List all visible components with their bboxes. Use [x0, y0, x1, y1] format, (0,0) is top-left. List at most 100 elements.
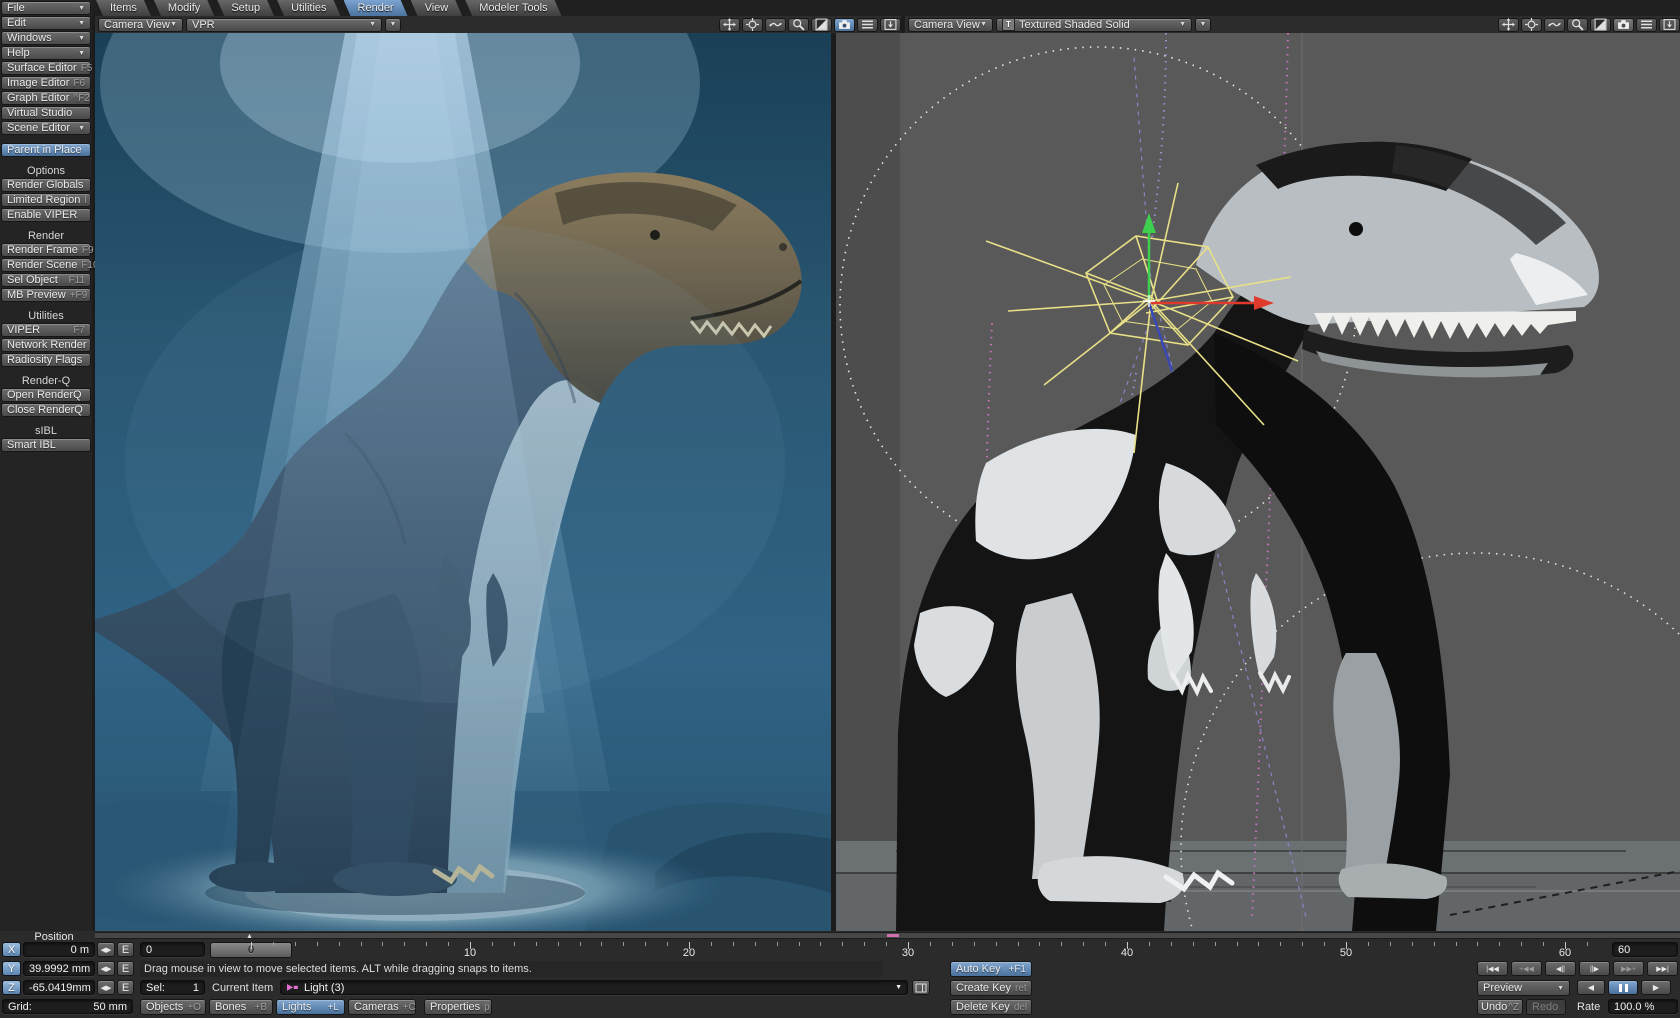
x-position-field[interactable]: 0 m — [23, 942, 95, 957]
radiosity-flags-button[interactable]: Radiosity Flags — [1, 353, 91, 367]
ruler-tick — [974, 942, 975, 946]
z-stepper[interactable]: ◀▶ — [97, 980, 115, 995]
render-globals-button[interactable]: Render Globals — [1, 178, 91, 192]
next-key-button[interactable]: ▶▶+ — [1613, 961, 1644, 976]
preview-dropdown[interactable]: Preview▼ — [1477, 980, 1570, 996]
tab-view[interactable]: View — [411, 0, 463, 16]
zoom-view-icon[interactable] — [1567, 18, 1588, 32]
y-position-field[interactable]: 39.9992 mm — [23, 961, 95, 976]
tab-utilities[interactable]: Utilities — [277, 0, 340, 16]
x-envelope-button[interactable]: E — [117, 942, 134, 957]
lights-mode-button[interactable]: Lights+L — [276, 999, 345, 1015]
ruler-tick — [1237, 942, 1238, 946]
open-renderq-button[interactable]: Open RenderQ — [1, 388, 91, 402]
tab-items[interactable]: Items — [96, 0, 151, 16]
go-to-start-button[interactable]: |◀◀ — [1477, 961, 1508, 976]
parent-in-place-button[interactable]: Parent in Place — [1, 143, 91, 157]
menu-windows[interactable]: Windows▼ — [1, 31, 91, 45]
play-forward-button[interactable]: ▶ — [1641, 980, 1671, 995]
view-type-label: Camera View — [104, 19, 170, 31]
viewport-menu-icon[interactable] — [1636, 18, 1657, 32]
image-editor-button[interactable]: Image EditorF6 — [1, 76, 91, 90]
ruler-tick — [1499, 942, 1500, 946]
scene-editor-button[interactable]: Scene Editor▼ — [1, 121, 91, 135]
network-render-button[interactable]: Network Render — [1, 338, 91, 352]
x-axis-chip[interactable]: X — [2, 942, 21, 957]
go-to-end-button[interactable]: ▶▶| — [1647, 961, 1678, 976]
y-axis-chip[interactable]: Y — [2, 961, 21, 976]
menu-edit[interactable]: Edit▼ — [1, 16, 91, 30]
menu-help[interactable]: Help▼ — [1, 46, 91, 60]
cameras-mode-button[interactable]: Cameras+C — [348, 999, 416, 1015]
bones-mode-button[interactable]: Bones+B — [209, 999, 273, 1015]
move-view-icon[interactable] — [719, 18, 740, 32]
current-frame-field[interactable]: 0 — [140, 942, 205, 957]
button-label: MB Preview — [7, 289, 66, 301]
left-render-mode-dropdown[interactable]: VPR▼ — [186, 18, 382, 32]
move-view-icon[interactable] — [1498, 18, 1519, 32]
limited-region-button[interactable]: Limited Regionl — [1, 193, 91, 207]
step-forward-button[interactable]: ||▶ — [1579, 961, 1610, 976]
tab-modeler-tools[interactable]: Modeler Tools — [465, 0, 561, 16]
close-renderq-button[interactable]: Close RenderQ — [1, 403, 91, 417]
left-viewport-menu-dropdown[interactable]: ▼ — [385, 18, 401, 32]
auto-key-button[interactable]: Auto Key+F1 — [950, 961, 1032, 977]
redo-button[interactable]: Redo — [1526, 999, 1566, 1015]
previous-key-button[interactable]: +◀◀ — [1511, 961, 1542, 976]
left-view-type-dropdown[interactable]: Camera View▼ — [98, 18, 183, 32]
right-viewport-menu-dropdown[interactable]: ▼ — [1195, 18, 1211, 32]
camera-icon[interactable] — [1613, 18, 1634, 32]
left-viewport-canvas[interactable] — [95, 33, 831, 931]
virtual-studio-button[interactable]: Virtual Studio — [1, 106, 91, 120]
render-frame-button[interactable]: Render FrameF9 — [1, 243, 91, 257]
item-properties-icon-button[interactable] — [912, 980, 930, 995]
rotate-view-icon[interactable] — [742, 18, 763, 32]
chevron-down-icon: ▼ — [1200, 21, 1207, 28]
right-view-type-dropdown[interactable]: Camera View▼ — [908, 18, 993, 32]
x-stepper[interactable]: ◀▶ — [97, 942, 115, 957]
objects-mode-button[interactable]: Objects+O — [140, 999, 206, 1015]
right-viewport-canvas[interactable] — [836, 33, 1680, 931]
surface-editor-button[interactable]: Surface EditorF5 — [1, 61, 91, 75]
tab-render[interactable]: Render — [344, 0, 408, 16]
mb-preview-button[interactable]: MB Preview+F9 — [1, 288, 91, 302]
y-stepper[interactable]: ◀▶ — [97, 961, 115, 976]
current-item-dropdown[interactable]: Light (3) ▼ — [280, 980, 908, 995]
menu-file[interactable]: File▼ — [1, 1, 91, 15]
end-frame-field[interactable]: 60 — [1612, 942, 1678, 957]
viper-button[interactable]: VIPERF7 — [1, 323, 91, 337]
camera-icon[interactable] — [834, 18, 855, 32]
tab-modify[interactable]: Modify — [154, 0, 214, 16]
right-viewport-titlebar: Camera View▼ TTextured Shaded Solid▼ ▼ — [905, 16, 1680, 33]
rate-field[interactable]: 100.0 % — [1608, 999, 1678, 1014]
y-envelope-button[interactable]: E — [117, 961, 134, 976]
viewport-layout-icon[interactable] — [880, 18, 901, 32]
viewport-menu-icon[interactable] — [857, 18, 878, 32]
z-position-field[interactable]: -65.0419mm — [23, 980, 95, 995]
timeline-scrollbar[interactable] — [95, 932, 1680, 939]
tab-setup[interactable]: Setup — [217, 0, 274, 16]
delete-key-button[interactable]: Delete Keydel — [950, 999, 1032, 1015]
viewport-layout-icon[interactable] — [1659, 18, 1680, 32]
play-reverse-button[interactable]: ◀ — [1577, 980, 1605, 995]
fit-view-icon[interactable] — [1590, 18, 1611, 32]
graph-editor-button[interactable]: Graph Editor^F2 — [1, 91, 91, 105]
enable-viper-button[interactable]: Enable VIPER — [1, 208, 91, 222]
step-back-button[interactable]: ◀|| — [1545, 961, 1576, 976]
render-scene-button[interactable]: Render SceneF10 — [1, 258, 91, 272]
right-render-mode-dropdown[interactable]: TTextured Shaded Solid▼ — [996, 18, 1192, 32]
twist-view-icon[interactable] — [765, 18, 786, 32]
undo-button[interactable]: Undo^Z — [1477, 999, 1523, 1015]
create-key-button[interactable]: Create Keyret — [950, 980, 1032, 996]
smart-ibl-button[interactable]: Smart IBL — [1, 438, 91, 452]
z-axis-chip[interactable]: Z — [2, 980, 21, 995]
rotate-view-icon[interactable] — [1521, 18, 1542, 32]
twist-view-icon[interactable] — [1544, 18, 1565, 32]
sel-object-button[interactable]: Sel ObjectF11 — [1, 273, 91, 287]
timeline-ruler[interactable]: 0 ▲ 102030405060 — [210, 942, 1604, 959]
fit-view-icon[interactable] — [811, 18, 832, 32]
zoom-view-icon[interactable] — [788, 18, 809, 32]
properties-button[interactable]: Propertiesp — [424, 999, 492, 1015]
pause-button[interactable] — [1608, 980, 1638, 995]
z-envelope-button[interactable]: E — [117, 980, 134, 995]
